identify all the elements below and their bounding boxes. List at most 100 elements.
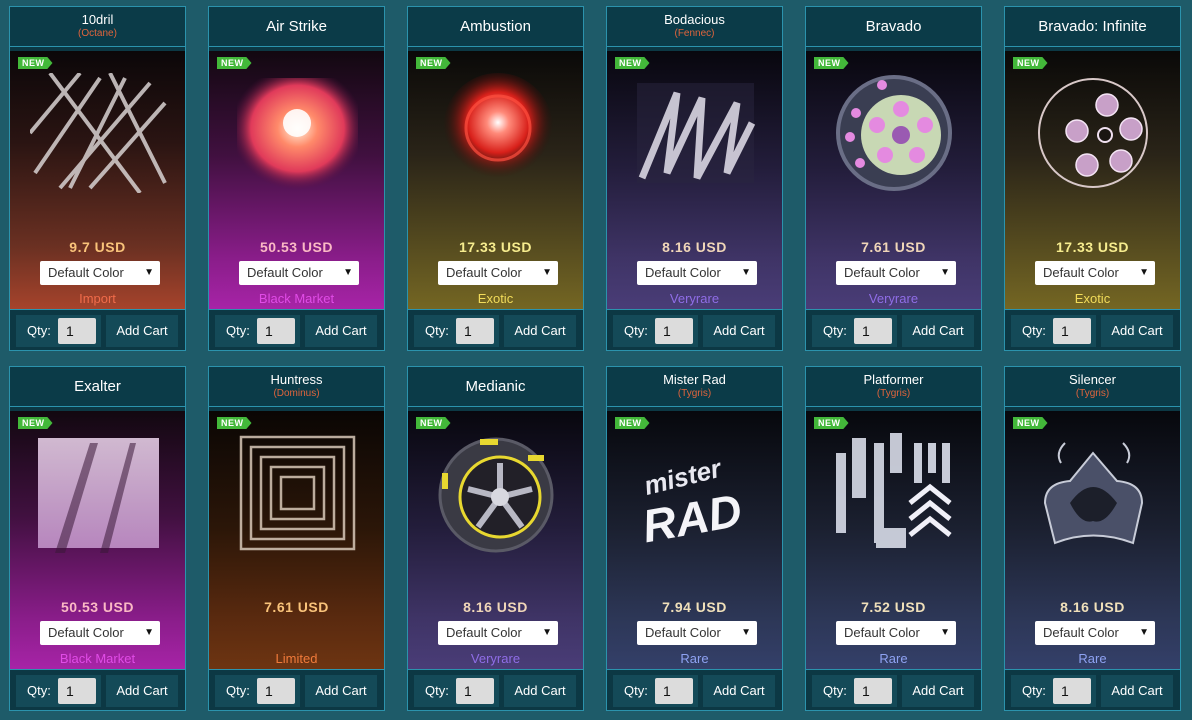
card-footer: Qty: 1 Add Cart (607, 309, 782, 350)
item-card: Platformer (Tygris) NEW 7.52 USD Default… (805, 366, 982, 711)
card-header: Huntress (Dominus) (209, 367, 384, 407)
qty-group: Qty: 1 (215, 315, 300, 347)
item-card: Exalter NEW 50.53 USD Default Color ▼ Bla… (9, 366, 186, 711)
item-preview[interactable]: NEW 7.52 USD Default Color ▼ Rare (806, 411, 981, 671)
qty-group: Qty: 1 (613, 675, 698, 707)
color-select[interactable]: Default Color ▼ (836, 621, 956, 645)
qty-input[interactable]: 1 (854, 678, 892, 704)
add-cart-button[interactable]: Add Cart (504, 315, 576, 347)
chevron-down-icon: ▼ (940, 267, 950, 278)
qty-input[interactable]: 1 (1053, 678, 1091, 704)
item-preview[interactable]: NEW 8.16 USD Default Color ▼ Veryrare (607, 51, 782, 311)
qty-input[interactable]: 1 (854, 318, 892, 344)
item-name: Exalter (74, 378, 121, 395)
card-header: Bodacious (Fennec) (607, 7, 782, 47)
item-preview[interactable]: NEW mister RAD 7.94 USD Default Color ▼ R… (607, 411, 782, 671)
qty-label: Qty: (425, 683, 449, 698)
add-cart-button[interactable]: Add Cart (106, 675, 178, 707)
color-select[interactable]: Default Color ▼ (40, 621, 160, 645)
qty-label: Qty: (425, 323, 449, 338)
new-badge: NEW (1013, 57, 1048, 69)
item-name: Bravado (865, 18, 922, 35)
color-select[interactable]: Default Color ▼ (637, 261, 757, 285)
item-card: 10dril (Octane) NEW 9.7 USD Default Colo… (9, 6, 186, 351)
item-price: 8.16 USD (463, 599, 528, 615)
add-cart-button[interactable]: Add Cart (305, 315, 377, 347)
qty-group: Qty: 1 (812, 675, 897, 707)
item-price: 8.16 USD (1060, 599, 1125, 615)
add-cart-button[interactable]: Add Cart (504, 675, 576, 707)
color-select[interactable]: Default Color ▼ (1035, 621, 1155, 645)
item-preview[interactable]: NEW 50.53 USD Default Color ▼ Black Marke… (209, 51, 384, 311)
card-header: Ambustion (408, 7, 583, 47)
qty-label: Qty: (624, 683, 648, 698)
chevrons-icon (836, 433, 952, 548)
item-name: Air Strike (266, 18, 327, 35)
card-header: Bravado: Infinite (1005, 7, 1180, 47)
item-rarity: Black Market (258, 291, 335, 306)
wheel-icon (836, 75, 952, 191)
item-preview[interactable]: NEW 9.7 USD Default Color ▼ Import (10, 51, 185, 311)
item-price: 50.53 USD (260, 239, 333, 255)
item-card: Silencer (Tygris) NEW 8.16 USD Default C… (1004, 366, 1181, 711)
qty-input[interactable]: 1 (456, 318, 494, 344)
add-cart-button[interactable]: Add Cart (703, 315, 775, 347)
color-select[interactable]: Default Color ▼ (438, 261, 558, 285)
item-name: Ambustion (460, 18, 531, 35)
qty-input[interactable]: 1 (58, 318, 96, 344)
add-cart-button[interactable]: Add Cart (902, 675, 974, 707)
color-select[interactable]: Default Color ▼ (239, 261, 359, 285)
qty-input[interactable]: 1 (257, 678, 295, 704)
chevron-down-icon: ▼ (542, 267, 552, 278)
qty-input[interactable]: 1 (456, 678, 494, 704)
item-rarity: Veryrare (669, 291, 720, 306)
color-select[interactable]: Default Color ▼ (637, 621, 757, 645)
explosion-icon (237, 78, 358, 190)
add-cart-button[interactable]: Add Cart (1101, 675, 1173, 707)
add-cart-button[interactable]: Add Cart (305, 675, 377, 707)
color-select-value: Default Color (1043, 265, 1119, 280)
item-body-type: (Octane) (78, 28, 117, 39)
card-footer: Qty: 1 Add Cart (1005, 669, 1180, 710)
new-badge: NEW (615, 417, 650, 429)
item-preview[interactable]: NEW 8.16 USD Default Color ▼ Rare (1005, 411, 1180, 671)
qty-input[interactable]: 1 (1053, 318, 1091, 344)
chevron-down-icon: ▼ (741, 627, 751, 638)
color-select[interactable]: Default Color ▼ (438, 621, 558, 645)
card-footer: Qty: 1 Add Cart (1005, 309, 1180, 350)
qty-input[interactable]: 1 (257, 318, 295, 344)
color-select-value: Default Color (645, 625, 721, 640)
color-select-value: Default Color (1043, 625, 1119, 640)
lines-icon (30, 73, 167, 193)
item-preview[interactable]: NEW 17.33 USD Default Color ▼ Exotic (1005, 51, 1180, 311)
item-preview[interactable]: NEW 7.61 USD Limited (209, 411, 384, 671)
item-price: 7.61 USD (264, 599, 329, 615)
qty-label: Qty: (27, 683, 51, 698)
color-select[interactable]: Default Color ▼ (40, 261, 160, 285)
add-cart-button[interactable]: Add Cart (106, 315, 178, 347)
card-footer: Qty: 1 Add Cart (408, 309, 583, 350)
new-badge: NEW (18, 417, 53, 429)
item-name: Bodacious (664, 12, 725, 27)
item-card: Bravado: Infinite NEW 17.33 USD Default … (1004, 6, 1181, 351)
item-preview[interactable]: NEW 50.53 USD Default Color ▼ Black Marke… (10, 411, 185, 671)
item-card: Mister Rad (Tygris) NEW mister RAD 7.94 … (606, 366, 783, 711)
mask-icon (1043, 442, 1144, 545)
add-cart-button[interactable]: Add Cart (1101, 315, 1173, 347)
qty-input[interactable]: 1 (655, 678, 693, 704)
qty-label: Qty: (1022, 323, 1046, 338)
item-preview[interactable]: NEW 7.61 USD Default Color ▼ Veryrare (806, 51, 981, 311)
add-cart-button[interactable]: Add Cart (703, 675, 775, 707)
item-preview[interactable]: NEW 8.16 USD Default Color ▼ Veryrare (408, 411, 583, 671)
qty-label: Qty: (823, 683, 847, 698)
item-price: 8.16 USD (662, 239, 727, 255)
color-select-value: Default Color (446, 265, 522, 280)
card-header: Exalter (10, 367, 185, 407)
color-select[interactable]: Default Color ▼ (1035, 261, 1155, 285)
card-footer: Qty: 1 Add Cart (10, 669, 185, 710)
item-preview[interactable]: NEW 17.33 USD Default Color ▼ Exotic (408, 51, 583, 311)
qty-input[interactable]: 1 (655, 318, 693, 344)
qty-input[interactable]: 1 (58, 678, 96, 704)
color-select[interactable]: Default Color ▼ (836, 261, 956, 285)
add-cart-button[interactable]: Add Cart (902, 315, 974, 347)
